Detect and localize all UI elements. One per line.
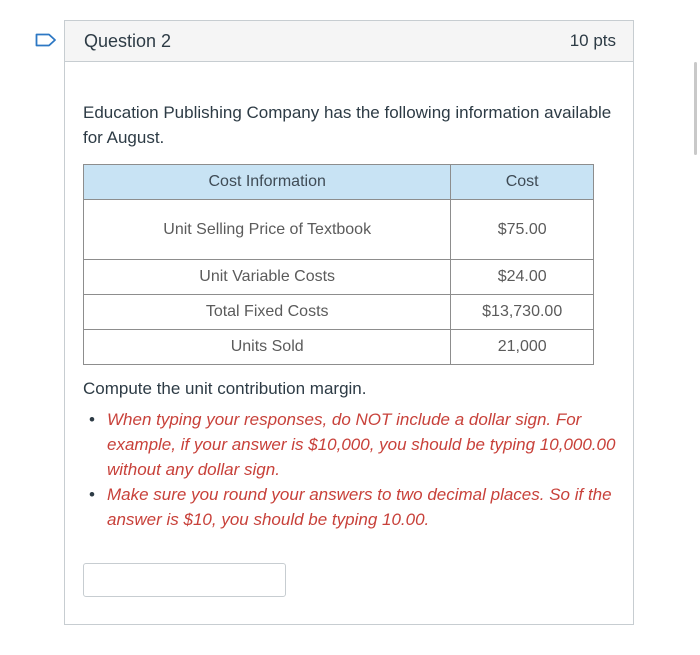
table-cell-value: $75.00: [450, 199, 594, 260]
cost-table: Cost Information Cost Unit Selling Price…: [82, 164, 594, 365]
table-cell-value: $13,730.00: [450, 294, 594, 330]
table-row: Unit Variable Costs $24.00: [82, 259, 594, 295]
table-header-row: Cost Information Cost: [82, 164, 594, 200]
instruction-item: When typing your responses, do NOT inclu…: [89, 407, 619, 482]
table-cell-label: Units Sold: [82, 329, 452, 365]
table-cell-label: Total Fixed Costs: [82, 294, 452, 330]
table-cell-label: Unit Selling Price of Textbook: [82, 199, 452, 260]
question-points: 10 pts: [569, 31, 616, 50]
table-cell-value: 21,000: [450, 329, 594, 365]
instructions-list: When typing your responses, do NOT inclu…: [83, 407, 619, 532]
table-cell-value: $24.00: [450, 259, 594, 295]
question-body: Education Publishing Company has the fol…: [82, 100, 623, 532]
bookmark-flag-icon[interactable]: [35, 33, 57, 47]
question-card: Question 2 10 pts Education Publishing C…: [64, 20, 634, 625]
table-cell-label: Unit Variable Costs: [82, 259, 452, 295]
table-row: Total Fixed Costs $13,730.00: [82, 294, 594, 330]
table-row: Units Sold 21,000: [82, 329, 594, 365]
question-header: Question 2 10 pts: [65, 21, 633, 62]
column-header-cost: Cost: [450, 164, 594, 200]
answer-input[interactable]: [83, 563, 286, 597]
page-scrollbar[interactable]: [694, 62, 697, 155]
table-row: Unit Selling Price of Textbook $75.00: [82, 199, 594, 260]
question-intro: Education Publishing Company has the fol…: [83, 103, 612, 147]
question-title: Question 2: [84, 30, 172, 51]
question-prompt: Compute the unit contribution margin.: [83, 379, 367, 398]
instruction-item: Make sure you round your answers to two …: [89, 482, 619, 532]
column-header-cost-information: Cost Information: [82, 164, 452, 200]
